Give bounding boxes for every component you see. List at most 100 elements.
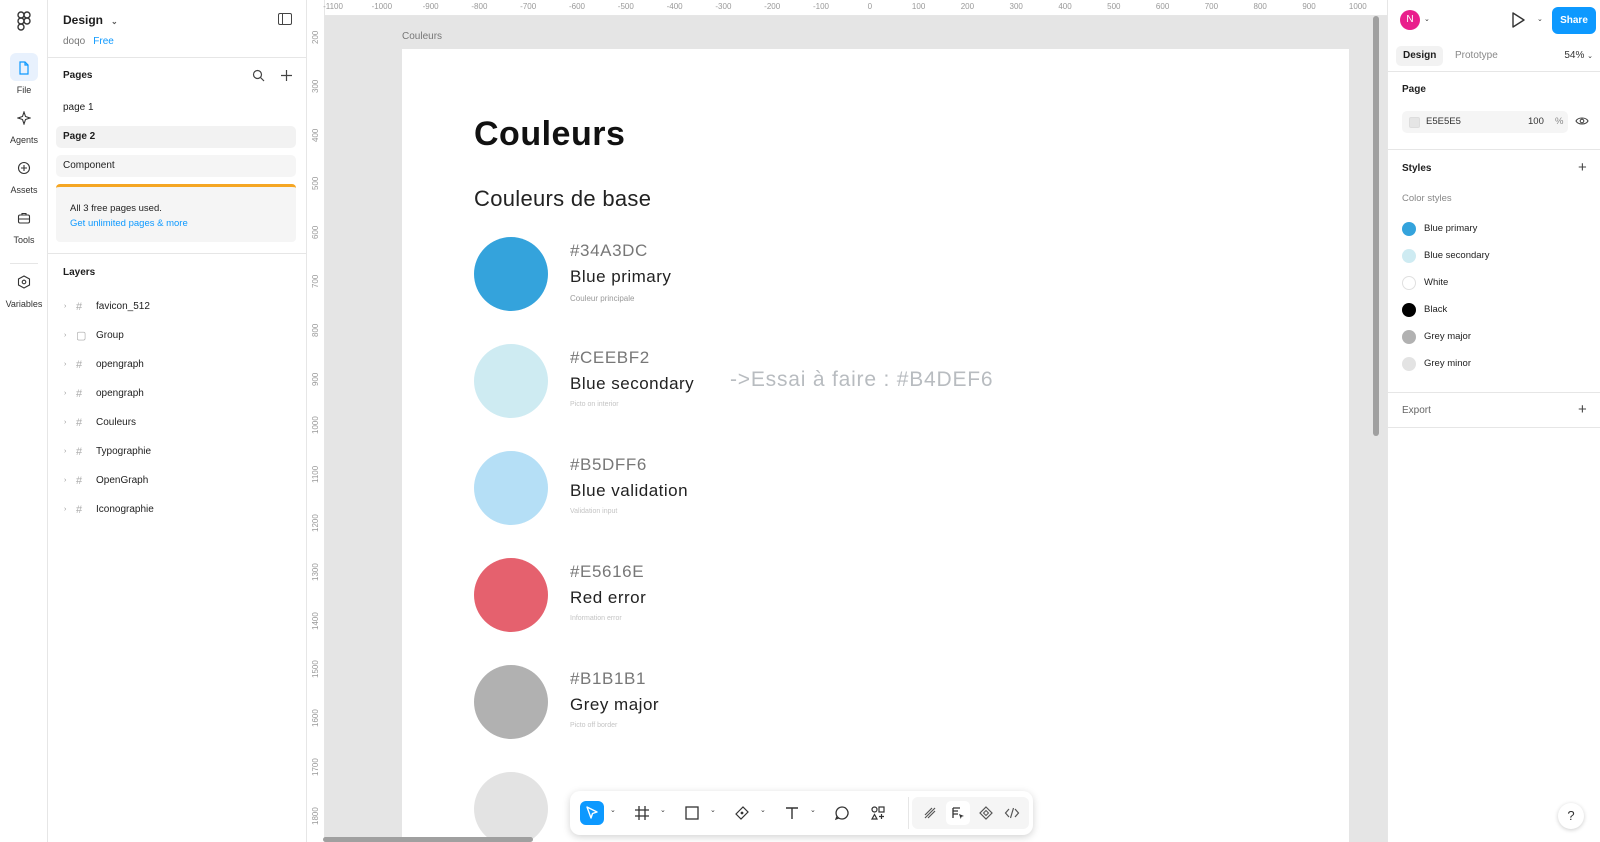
color-swatch[interactable] (474, 344, 548, 418)
chevron-down-icon[interactable]: ⌄ (710, 806, 716, 814)
text-tool[interactable] (780, 801, 804, 825)
present-play-icon[interactable] (1509, 11, 1527, 29)
page-item[interactable]: Component (56, 155, 296, 177)
add-page-icon[interactable] (280, 69, 294, 83)
divider (48, 253, 307, 254)
rail-variables[interactable]: Variables (0, 267, 48, 309)
color-style-name: Blue secondary (1424, 250, 1490, 261)
eye-icon[interactable] (1575, 116, 1589, 126)
chevron-down-icon[interactable]: ⌄ (810, 806, 816, 814)
share-button[interactable]: Share (1552, 7, 1596, 34)
file-header: Design ⌄ doqo Free (48, 0, 306, 58)
zoom-control[interactable]: 54% ⌄ (1564, 50, 1593, 61)
chevron-right-icon[interactable]: › (64, 384, 66, 404)
layer-row[interactable]: › # opengraph (48, 355, 307, 375)
layer-row[interactable]: › ▢ Group (48, 326, 307, 346)
move-tool[interactable] (580, 801, 604, 825)
rail-tools[interactable]: Tools (0, 203, 48, 245)
chevron-right-icon[interactable]: › (64, 500, 66, 520)
export-label: Export (1402, 405, 1431, 416)
layer-row[interactable]: › # OpenGraph (48, 471, 307, 491)
percent-unit: % (1555, 116, 1564, 127)
layer-row[interactable]: › # Couleurs (48, 413, 307, 433)
color-swatch[interactable] (474, 665, 548, 739)
rail-assets[interactable]: Assets (0, 153, 48, 195)
chevron-right-icon[interactable]: › (64, 355, 66, 375)
shape-tool[interactable] (680, 801, 704, 825)
color-name: Blue primary (570, 267, 672, 286)
frame-icon: # (76, 359, 83, 371)
frame-label[interactable]: Couleurs (402, 31, 442, 42)
add-export-icon[interactable]: + (1578, 402, 1587, 417)
page-fill-field[interactable]: E5E5E5 100 % (1402, 111, 1568, 133)
plan-badge[interactable]: Free (93, 36, 114, 47)
chevron-right-icon[interactable]: › (64, 413, 66, 433)
canvas[interactable]: 200 300 400 500 600 700 800 900 1000 1100 1200 1300… (307, 0, 1387, 842)
color-swatch[interactable] (474, 772, 548, 842)
left-panel: Design ⌄ doqo Free Pages page 1 Page 2 Com… (48, 0, 307, 842)
ruler-tick-label: -200 (764, 2, 781, 11)
ruler-tick-label: 0 (867, 2, 873, 11)
color-swatch[interactable] (474, 237, 548, 311)
figma-logo-icon[interactable] (14, 11, 34, 31)
design-mode[interactable] (946, 801, 970, 825)
tab-prototype[interactable]: Prototype (1448, 46, 1505, 66)
actions-icon (870, 806, 885, 820)
frame-icon: # (76, 504, 83, 516)
chevron-right-icon[interactable]: › (64, 297, 66, 317)
pages-label: Pages (63, 70, 93, 81)
layer-row[interactable]: › # Typographie (48, 442, 307, 462)
bottom-toolbar: ⌄ ⌄ ⌄ ⌄ ⌄ (570, 791, 1033, 835)
chevron-down-icon[interactable]: ⌄ (1424, 15, 1430, 23)
file-icon (10, 53, 38, 81)
frame-icon: # (76, 417, 83, 429)
couleurs-frame[interactable]: Couleurs Couleurs de base ->Essai à fair… (402, 49, 1349, 842)
avatar[interactable]: N (1400, 10, 1420, 30)
fill-opacity-value[interactable]: 100 (1528, 111, 1544, 133)
fill-color-swatch[interactable] (1409, 117, 1420, 128)
color-description: Picto on interior (570, 401, 619, 408)
component-mode[interactable] (974, 801, 998, 825)
dev-mode[interactable] (1000, 801, 1024, 825)
add-style-icon[interactable]: + (1578, 160, 1587, 175)
page-item-selected[interactable]: Page 2 (56, 126, 296, 148)
layer-row[interactable]: › # opengraph (48, 384, 307, 404)
draw-mode[interactable] (918, 801, 942, 825)
vertical-scrollbar[interactable] (1373, 16, 1379, 436)
comment-tool[interactable] (830, 801, 854, 825)
chevron-right-icon[interactable]: › (64, 471, 66, 491)
search-pages-icon[interactable] (252, 69, 266, 83)
rail-file[interactable]: File (0, 53, 48, 95)
help-button[interactable]: ? (1558, 803, 1584, 829)
color-swatch[interactable] (474, 451, 548, 525)
horizontal-scrollbar[interactable] (323, 837, 533, 842)
panel-toggle-icon[interactable] (278, 13, 292, 25)
file-menu[interactable]: Design ⌄ (63, 13, 118, 27)
layer-row[interactable]: › # Iconographie (48, 500, 307, 520)
ruler-tick-label: 1000 (1348, 2, 1367, 11)
page-item[interactable]: page 1 (56, 97, 296, 119)
layer-row[interactable]: › # favicon_512 (48, 297, 307, 317)
pen-tool[interactable] (730, 801, 754, 825)
chevron-down-icon[interactable]: ⌄ (1537, 15, 1543, 23)
color-hex: #34A3DC (570, 241, 648, 260)
fill-hex-value[interactable]: E5E5E5 (1426, 111, 1461, 133)
page-section-label: Page (1402, 84, 1426, 95)
chevron-down-icon[interactable]: ⌄ (760, 806, 766, 814)
actions-tool[interactable] (866, 801, 890, 825)
color-note: ->Essai à faire : #B4DEF6 (730, 368, 994, 391)
layer-name: Iconographie (96, 504, 154, 515)
chevron-right-icon[interactable]: › (64, 442, 66, 462)
tab-design[interactable]: Design (1396, 46, 1444, 66)
upsell-link[interactable]: Get unlimited pages & more (70, 216, 282, 231)
color-swatch[interactable] (474, 558, 548, 632)
team-name[interactable]: doqo (63, 36, 85, 47)
ruler-tick-label: -1000 (371, 2, 393, 11)
divider (1388, 149, 1600, 150)
rail-file-label: File (16, 85, 32, 95)
chevron-right-icon[interactable]: › (64, 326, 66, 346)
frame-tool[interactable] (630, 801, 654, 825)
chevron-down-icon[interactable]: ⌄ (610, 806, 616, 814)
chevron-down-icon[interactable]: ⌄ (660, 806, 666, 814)
rail-agents[interactable]: Agents (0, 103, 48, 145)
